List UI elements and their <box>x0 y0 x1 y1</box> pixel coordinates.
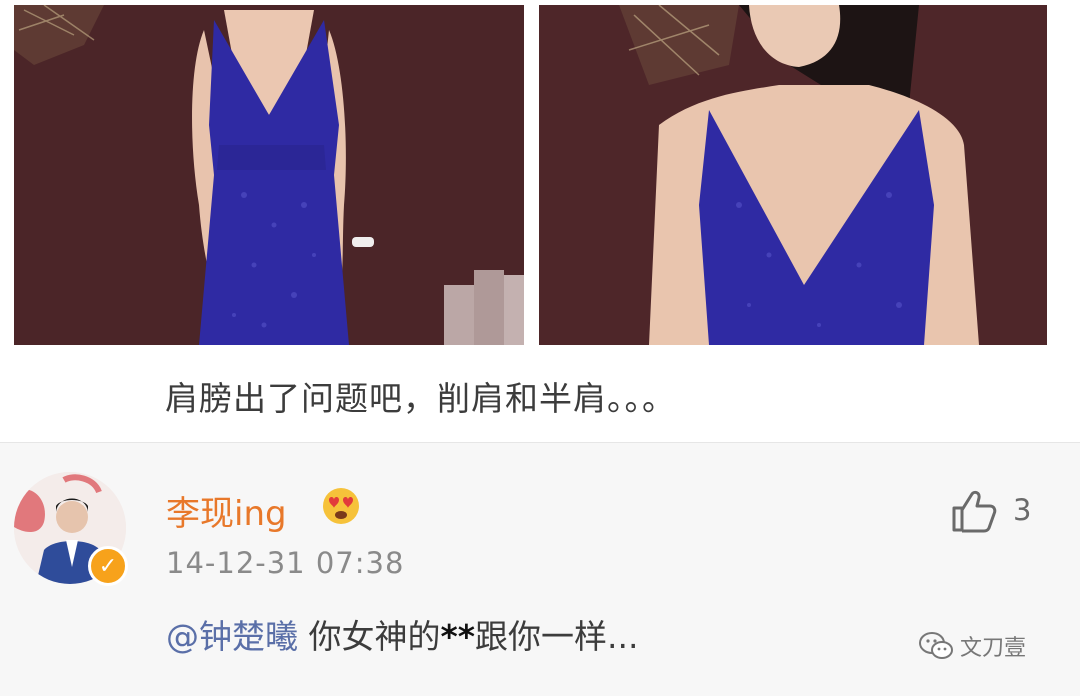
wechat-icon <box>919 632 953 659</box>
comment-timestamp: 14-12-31 07:38 <box>166 546 405 580</box>
post-image-full-body[interactable] <box>14 5 524 345</box>
verified-check-icon: ✓ <box>88 546 128 586</box>
comment-username[interactable]: 李现ing <box>166 486 287 535</box>
comment-text-before-censor: 你女神的 <box>298 617 441 656</box>
comment-mention[interactable]: @钟楚曦 <box>166 617 298 656</box>
post-caption: 肩膀出了问题吧，削肩和半肩。。。 <box>165 379 676 418</box>
comment-censored-word: ** <box>440 617 476 656</box>
comment-text-after-censor: 跟你一样... <box>475 617 639 656</box>
watermark: 文刀壹 <box>918 630 1026 662</box>
full-body-photo <box>14 5 524 345</box>
thumbs-up-icon[interactable] <box>950 488 998 534</box>
post-image-closeup[interactable] <box>539 5 1047 345</box>
emoji-heart-eyes-icon <box>323 488 359 524</box>
watermark-label: 文刀壹 <box>960 636 1027 661</box>
like-count: 3 <box>1013 493 1032 527</box>
comment-text: @钟楚曦 你女神的**跟你一样... <box>166 610 639 658</box>
post-images <box>0 0 1080 348</box>
closeup-photo <box>539 5 1047 345</box>
